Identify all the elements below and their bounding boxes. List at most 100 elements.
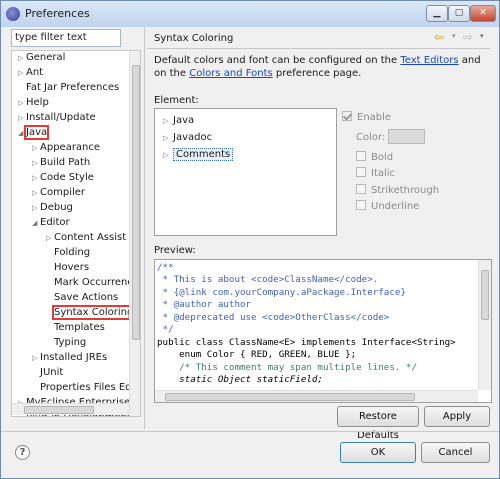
minimize-button[interactable]: ▁ <box>426 5 448 22</box>
element-item-label: Java <box>173 115 195 126</box>
tree-item-mark-occurrences[interactable]: Mark Occurrences <box>46 276 141 290</box>
expand-arrow-icon[interactable]: ◢ <box>18 126 26 140</box>
tree-item-fat-jar-preferences[interactable]: Fat Jar Preferences <box>18 81 119 95</box>
expand-arrow-icon[interactable]: ▷ <box>18 51 26 65</box>
tree-item-appearance[interactable]: ▷ Appearance <box>32 141 100 155</box>
code-preview[interactable]: /** * This is about <code>ClassName</cod… <box>154 259 492 403</box>
preview-vertical-scrollbar-thumb[interactable] <box>481 270 489 320</box>
tree-item-label: Install/Update <box>26 112 96 123</box>
expand-arrow-icon[interactable]: ▷ <box>32 351 40 365</box>
tree-item-ant[interactable]: ▷ Ant <box>18 66 43 80</box>
tree-item-label: Folding <box>54 247 91 258</box>
tree-item-label: General <box>26 52 66 63</box>
element-item-javadoc[interactable]: ▷ Javadoc <box>163 131 212 145</box>
forward-arrow-icon[interactable]: ⇨ <box>463 30 473 44</box>
preview-horizontal-scrollbar-thumb[interactable] <box>165 393 415 401</box>
tree-vertical-scrollbar[interactable] <box>129 51 140 416</box>
bold-checkbox[interactable]: Bold <box>356 151 393 164</box>
tree-item-debug[interactable]: ▷ Debug <box>32 201 73 215</box>
tree-item-label: Save Actions <box>54 292 119 303</box>
back-history-dropdown-icon[interactable]: ▾ <box>452 32 456 40</box>
close-button[interactable]: ✕ <box>470 5 496 22</box>
apply-button[interactable]: Apply <box>424 406 490 427</box>
expand-arrow-icon[interactable]: ▷ <box>163 114 173 128</box>
tree-item-compiler[interactable]: ▷ Compiler <box>32 186 85 200</box>
filter-input[interactable]: type filter text <box>11 29 121 47</box>
sash-divider[interactable] <box>144 27 145 429</box>
tree-horizontal-scrollbar-thumb[interactable] <box>24 406 94 414</box>
tree-item-templates[interactable]: Templates <box>46 321 105 335</box>
expand-arrow-icon[interactable]: ▷ <box>163 131 173 145</box>
expand-arrow-icon[interactable]: ▷ <box>32 156 40 170</box>
tree-item-label: Syntax Coloring <box>51 305 136 320</box>
expand-arrow-icon[interactable]: ▷ <box>32 141 40 155</box>
expand-arrow-icon[interactable]: ▷ <box>163 148 173 162</box>
preview-label: Preview: <box>154 245 196 256</box>
tree-horizontal-scrollbar[interactable] <box>12 403 129 415</box>
element-item-label: Javadoc <box>173 132 213 143</box>
tree-item-save-actions[interactable]: Save Actions <box>46 291 118 305</box>
maximize-button[interactable]: ▢ <box>448 5 470 22</box>
tree-item-java[interactable]: ◢ Java <box>18 125 50 140</box>
tree-item-folding[interactable]: Folding <box>46 246 90 260</box>
tree-item-syntax-coloring[interactable]: Syntax Coloring <box>46 305 136 320</box>
checkbox-box <box>356 200 366 210</box>
expand-arrow-icon[interactable]: ▷ <box>18 111 26 125</box>
tree-item-hovers[interactable]: Hovers <box>46 261 89 275</box>
header-separator <box>147 48 490 49</box>
tree-item-properties-files-editor[interactable]: Properties Files Editor <box>32 381 141 395</box>
preference-tree[interactable]: ▷ General ▷ Ant Fat Jar Preferences ▷ Help ▷ Ins… <box>11 50 141 417</box>
element-tree[interactable]: ▷ Java ▷ Javadoc ▷ Comments <box>154 108 337 236</box>
tree-item-install-update[interactable]: ▷ Install/Update <box>18 111 96 125</box>
help-icon[interactable]: ? <box>15 445 30 460</box>
restore-defaults-button[interactable]: Restore Defaults <box>337 406 419 441</box>
colors-and-fonts-link[interactable]: Colors and Fonts <box>189 68 272 79</box>
tree-item-help[interactable]: ▷ Help <box>18 96 49 110</box>
tree-item-label: Content Assist <box>54 232 127 243</box>
element-item-java[interactable]: ▷ Java <box>163 114 194 128</box>
expand-arrow-icon[interactable]: ▷ <box>46 231 54 245</box>
tree-item-content-assist[interactable]: ▷ Content Assist <box>46 231 126 245</box>
tree-item-label: Installed JREs <box>40 352 108 363</box>
expand-arrow-icon[interactable]: ▷ <box>32 171 40 185</box>
color-picker-button[interactable] <box>388 129 425 144</box>
element-label: Element: <box>154 95 199 106</box>
tree-item-label: Ant <box>26 67 44 78</box>
tree-item-label: Properties Files Editor <box>40 382 141 393</box>
tree-item-typing[interactable]: Typing <box>46 336 86 350</box>
ok-button[interactable]: OK <box>340 442 416 463</box>
preview-line: enum Color { RED, GREEN, BLUE }; <box>157 349 357 360</box>
bold-label: Bold <box>371 152 394 163</box>
text-editors-link[interactable]: Text Editors <box>400 55 458 66</box>
description-text: Default colors and font can be configure… <box>154 55 401 66</box>
tree-item-code-style[interactable]: ▷ Code Style <box>32 171 94 185</box>
expand-arrow-icon[interactable]: ▷ <box>32 186 40 200</box>
preview-line: /** <box>157 262 174 273</box>
tree-vertical-scrollbar-thumb[interactable] <box>132 65 140 340</box>
tree-item-label: Mark Occurrences <box>54 277 141 288</box>
preview-vertical-scrollbar[interactable] <box>478 260 491 390</box>
tree-item-general[interactable]: ▷ General <box>18 51 65 65</box>
element-item-comments[interactable]: ▷ Comments <box>163 148 234 162</box>
tree-item-build-path[interactable]: ▷ Build Path <box>32 156 90 170</box>
expand-arrow-icon[interactable]: ▷ <box>18 96 26 110</box>
expand-arrow-icon[interactable]: ◢ <box>32 216 40 230</box>
expand-arrow-icon[interactable]: ▷ <box>18 66 26 80</box>
preview-horizontal-scrollbar[interactable] <box>155 390 478 402</box>
expand-arrow-icon[interactable]: ▷ <box>32 201 40 215</box>
enable-checkbox[interactable]: Enable <box>342 111 391 124</box>
tree-item-label: Hovers <box>54 262 90 273</box>
underline-checkbox[interactable]: Underline <box>356 200 419 213</box>
preview-line: /* This comment may span multiple lines.… <box>157 362 417 373</box>
tree-item-label: Build Path <box>40 157 91 168</box>
tree-item-junit[interactable]: JUnit <box>32 366 63 380</box>
tree-item-label: Help <box>26 97 49 108</box>
italic-checkbox[interactable]: Italic <box>356 167 395 180</box>
tree-item-editor[interactable]: ◢ Editor <box>32 216 70 230</box>
back-arrow-icon[interactable]: ⇦ <box>434 30 444 44</box>
view-menu-icon[interactable]: ▾ <box>480 32 484 40</box>
preview-line: * @author author <box>157 299 252 310</box>
cancel-button[interactable]: Cancel <box>421 442 490 463</box>
tree-item-installed-jres[interactable]: ▷ Installed JREs <box>32 351 107 365</box>
strikethrough-checkbox[interactable]: Strikethrough <box>356 184 439 197</box>
